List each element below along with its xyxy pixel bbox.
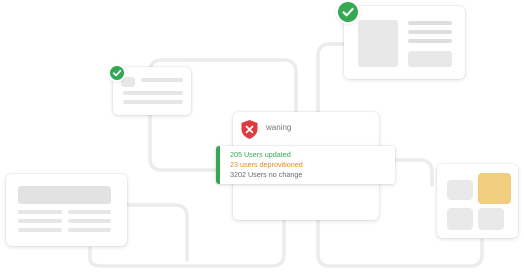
text-line-placeholder: [68, 219, 111, 223]
tile-neutral: [447, 180, 473, 200]
text-line-placeholder: [18, 219, 62, 223]
status-no-change: 3202 Users no change: [230, 170, 303, 179]
text-line-placeholder: [123, 91, 183, 95]
dialog-title: waning: [266, 123, 292, 132]
top-right-card: [344, 6, 465, 79]
check-icon: [338, 2, 358, 22]
text-line-placeholder: [18, 228, 62, 232]
block-placeholder: [408, 51, 452, 67]
text-line-placeholder: [408, 21, 452, 25]
status-deprovisioned: 23 users deprovitioned: [230, 160, 303, 169]
text-line-placeholder: [408, 39, 452, 43]
text-line-placeholder: [68, 228, 111, 232]
tile-highlight: [478, 173, 511, 204]
text-line-placeholder: [68, 210, 111, 214]
text-line-placeholder: [18, 210, 62, 214]
status-updated: 205 Users updated: [230, 150, 291, 159]
status-panel: 205 Users updated 23 users deprovitioned…: [216, 146, 395, 184]
check-icon: [110, 66, 124, 80]
shield-x-icon: [240, 119, 259, 140]
tile-neutral: [447, 208, 473, 230]
tile-neutral: [478, 208, 504, 230]
bottom-right-card: [437, 164, 518, 238]
bottom-left-card: [6, 174, 127, 246]
header-placeholder: [18, 186, 111, 204]
text-line-placeholder: [123, 100, 183, 104]
top-left-card: [113, 67, 191, 115]
text-line-placeholder: [141, 78, 183, 82]
image-placeholder: [358, 20, 398, 67]
status-accent-bar: [216, 146, 220, 184]
text-line-placeholder: [408, 30, 452, 34]
